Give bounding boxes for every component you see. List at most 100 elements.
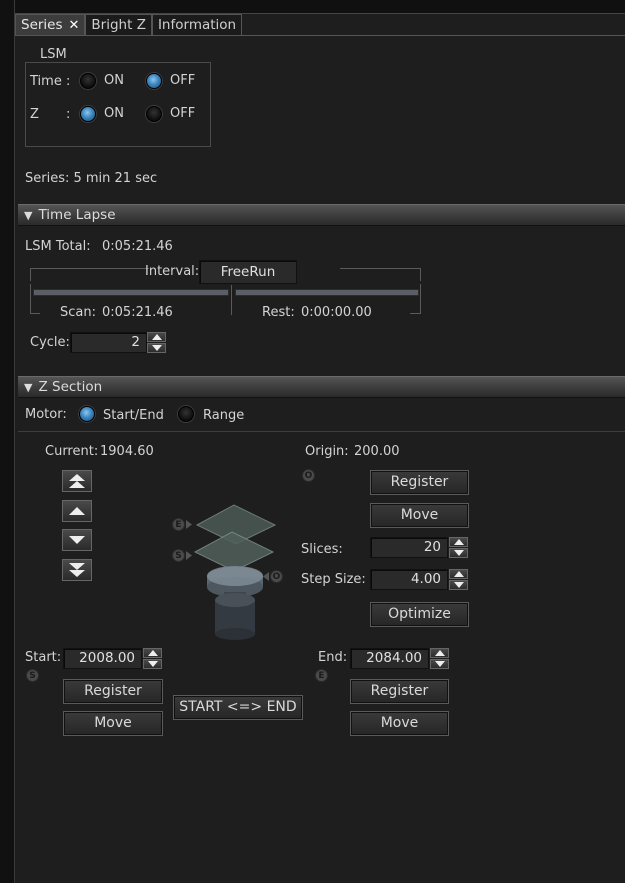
motor-label: Motor: bbox=[25, 407, 67, 422]
motor-range-radio[interactable] bbox=[178, 406, 194, 422]
origin-move-button[interactable]: Move bbox=[370, 503, 469, 528]
slices-input[interactable]: 20 bbox=[370, 537, 448, 558]
motor-start-end-radio[interactable] bbox=[79, 406, 95, 422]
step-size-label: Step Size: bbox=[301, 572, 366, 587]
end-input[interactable]: 2084.00 bbox=[350, 648, 429, 669]
start-spinner[interactable] bbox=[143, 648, 162, 669]
slices-spinner[interactable] bbox=[449, 537, 468, 558]
spin-down-icon[interactable] bbox=[143, 659, 162, 669]
z-on-label: ON bbox=[104, 106, 124, 121]
z-section-header[interactable]: ▼ Z Section bbox=[18, 376, 625, 398]
tab-bright-z[interactable]: Bright Z bbox=[85, 14, 152, 35]
z-on-radio[interactable] bbox=[80, 106, 96, 122]
tab-information-label: Information bbox=[157, 16, 237, 33]
rest-tick-right bbox=[420, 284, 421, 314]
current-label: Current: bbox=[45, 444, 99, 459]
time-on-label: ON bbox=[104, 73, 124, 88]
start-move-button[interactable]: Move bbox=[63, 711, 163, 736]
spin-down-icon[interactable] bbox=[449, 580, 468, 590]
end-marker-badge-icon: E bbox=[172, 518, 185, 531]
z-label: Z bbox=[30, 107, 39, 122]
end-label: End: bbox=[318, 650, 348, 665]
series-summary: Series: 5 min 21 sec bbox=[25, 171, 158, 186]
tab-series[interactable]: Series ✕ bbox=[15, 14, 86, 36]
window-top-bar bbox=[0, 0, 625, 14]
spin-up-icon[interactable] bbox=[143, 648, 162, 658]
spin-up-icon[interactable] bbox=[430, 648, 449, 658]
end-badge-icon: E bbox=[315, 669, 328, 682]
swap-start-end-button[interactable]: START <=> END bbox=[173, 695, 303, 720]
spin-down-icon[interactable] bbox=[430, 659, 449, 669]
move-down-button[interactable] bbox=[62, 529, 92, 551]
motor-range-label: Range bbox=[203, 408, 245, 423]
interval-field[interactable]: FreeRun bbox=[199, 260, 297, 284]
end-move-button[interactable]: Move bbox=[350, 711, 449, 736]
start-register-button[interactable]: Register bbox=[63, 679, 163, 704]
z-colon: : bbox=[66, 107, 71, 122]
spin-up-icon[interactable] bbox=[449, 569, 468, 579]
close-icon[interactable]: ✕ bbox=[69, 15, 80, 36]
motor-start-end-label: Start/End bbox=[103, 408, 164, 423]
time-on-radio[interactable] bbox=[80, 73, 96, 89]
tab-bar: Series ✕ Bright Z Information bbox=[15, 14, 243, 36]
end-spinner[interactable] bbox=[430, 648, 449, 669]
origin-badge-icon: O bbox=[302, 469, 315, 482]
spin-up-icon[interactable] bbox=[147, 332, 166, 342]
double-down-arrow-icon bbox=[69, 563, 85, 577]
current-value: 1904.60 bbox=[100, 444, 154, 459]
move-down-fast-button[interactable] bbox=[62, 559, 92, 581]
tab-series-label: Series bbox=[21, 16, 63, 33]
time-off-label: OFF bbox=[170, 73, 196, 88]
origin-label: Origin: bbox=[305, 444, 349, 459]
rest-label: Rest: bbox=[262, 305, 295, 320]
time-lapse-header-label: Time Lapse bbox=[38, 207, 116, 223]
step-size-spinner[interactable] bbox=[449, 569, 468, 590]
optimize-button[interactable]: Optimize bbox=[370, 602, 469, 627]
spin-down-icon[interactable] bbox=[147, 343, 166, 353]
time-label: Time : bbox=[30, 74, 71, 89]
time-off-radio[interactable] bbox=[146, 73, 162, 89]
start-label: Start: bbox=[25, 650, 62, 665]
spin-down-icon[interactable] bbox=[449, 548, 468, 558]
step-size-input[interactable]: 4.00 bbox=[370, 569, 448, 590]
down-arrow-icon bbox=[69, 536, 85, 544]
move-up-fast-button[interactable] bbox=[62, 470, 92, 492]
end-marker-arrow-icon bbox=[186, 520, 192, 529]
cycle-label: Cycle: bbox=[30, 335, 70, 350]
collapse-triangle-icon: ▼ bbox=[24, 381, 33, 394]
start-input[interactable]: 2008.00 bbox=[63, 648, 142, 669]
spin-up-icon[interactable] bbox=[449, 537, 468, 547]
scan-rest-divider bbox=[231, 285, 232, 315]
start-marker-badge-icon: S bbox=[172, 549, 185, 562]
tab-divider bbox=[15, 35, 625, 36]
lsm-total-label: LSM Total: bbox=[25, 239, 91, 254]
up-arrow-icon bbox=[69, 507, 85, 515]
origin-marker-arrow-icon bbox=[263, 572, 269, 581]
slices-label: Slices: bbox=[301, 542, 343, 557]
z-section-header-label: Z Section bbox=[38, 379, 103, 395]
origin-marker-badge-icon: O bbox=[270, 570, 283, 583]
scan-tick-foot bbox=[30, 313, 40, 314]
scan-bar bbox=[33, 289, 229, 296]
start-badge-icon: S bbox=[26, 669, 39, 682]
end-register-button[interactable]: Register bbox=[350, 679, 449, 704]
scan-label: Scan: bbox=[60, 305, 96, 320]
z-off-radio[interactable] bbox=[146, 106, 162, 122]
rest-bar bbox=[235, 289, 419, 296]
origin-value: 200.00 bbox=[354, 444, 400, 459]
cycle-spinner[interactable] bbox=[147, 332, 166, 353]
start-marker-arrow-icon bbox=[186, 551, 192, 560]
origin-register-button[interactable]: Register bbox=[370, 470, 469, 495]
scan-value: 0:05:21.46 bbox=[102, 305, 173, 320]
move-up-button[interactable] bbox=[62, 500, 92, 522]
motor-divider bbox=[18, 431, 625, 432]
tab-information[interactable]: Information bbox=[151, 14, 243, 35]
interval-label: Interval: bbox=[145, 264, 200, 279]
rest-value: 0:00:00.00 bbox=[301, 305, 372, 320]
rest-tick-foot bbox=[410, 313, 420, 314]
lsm-group-legend: LSM bbox=[36, 47, 71, 62]
scan-tick-left bbox=[30, 284, 31, 314]
collapse-triangle-icon: ▼ bbox=[24, 209, 33, 222]
cycle-input[interactable]: 2 bbox=[70, 332, 147, 353]
time-lapse-header[interactable]: ▼ Time Lapse bbox=[18, 204, 625, 226]
